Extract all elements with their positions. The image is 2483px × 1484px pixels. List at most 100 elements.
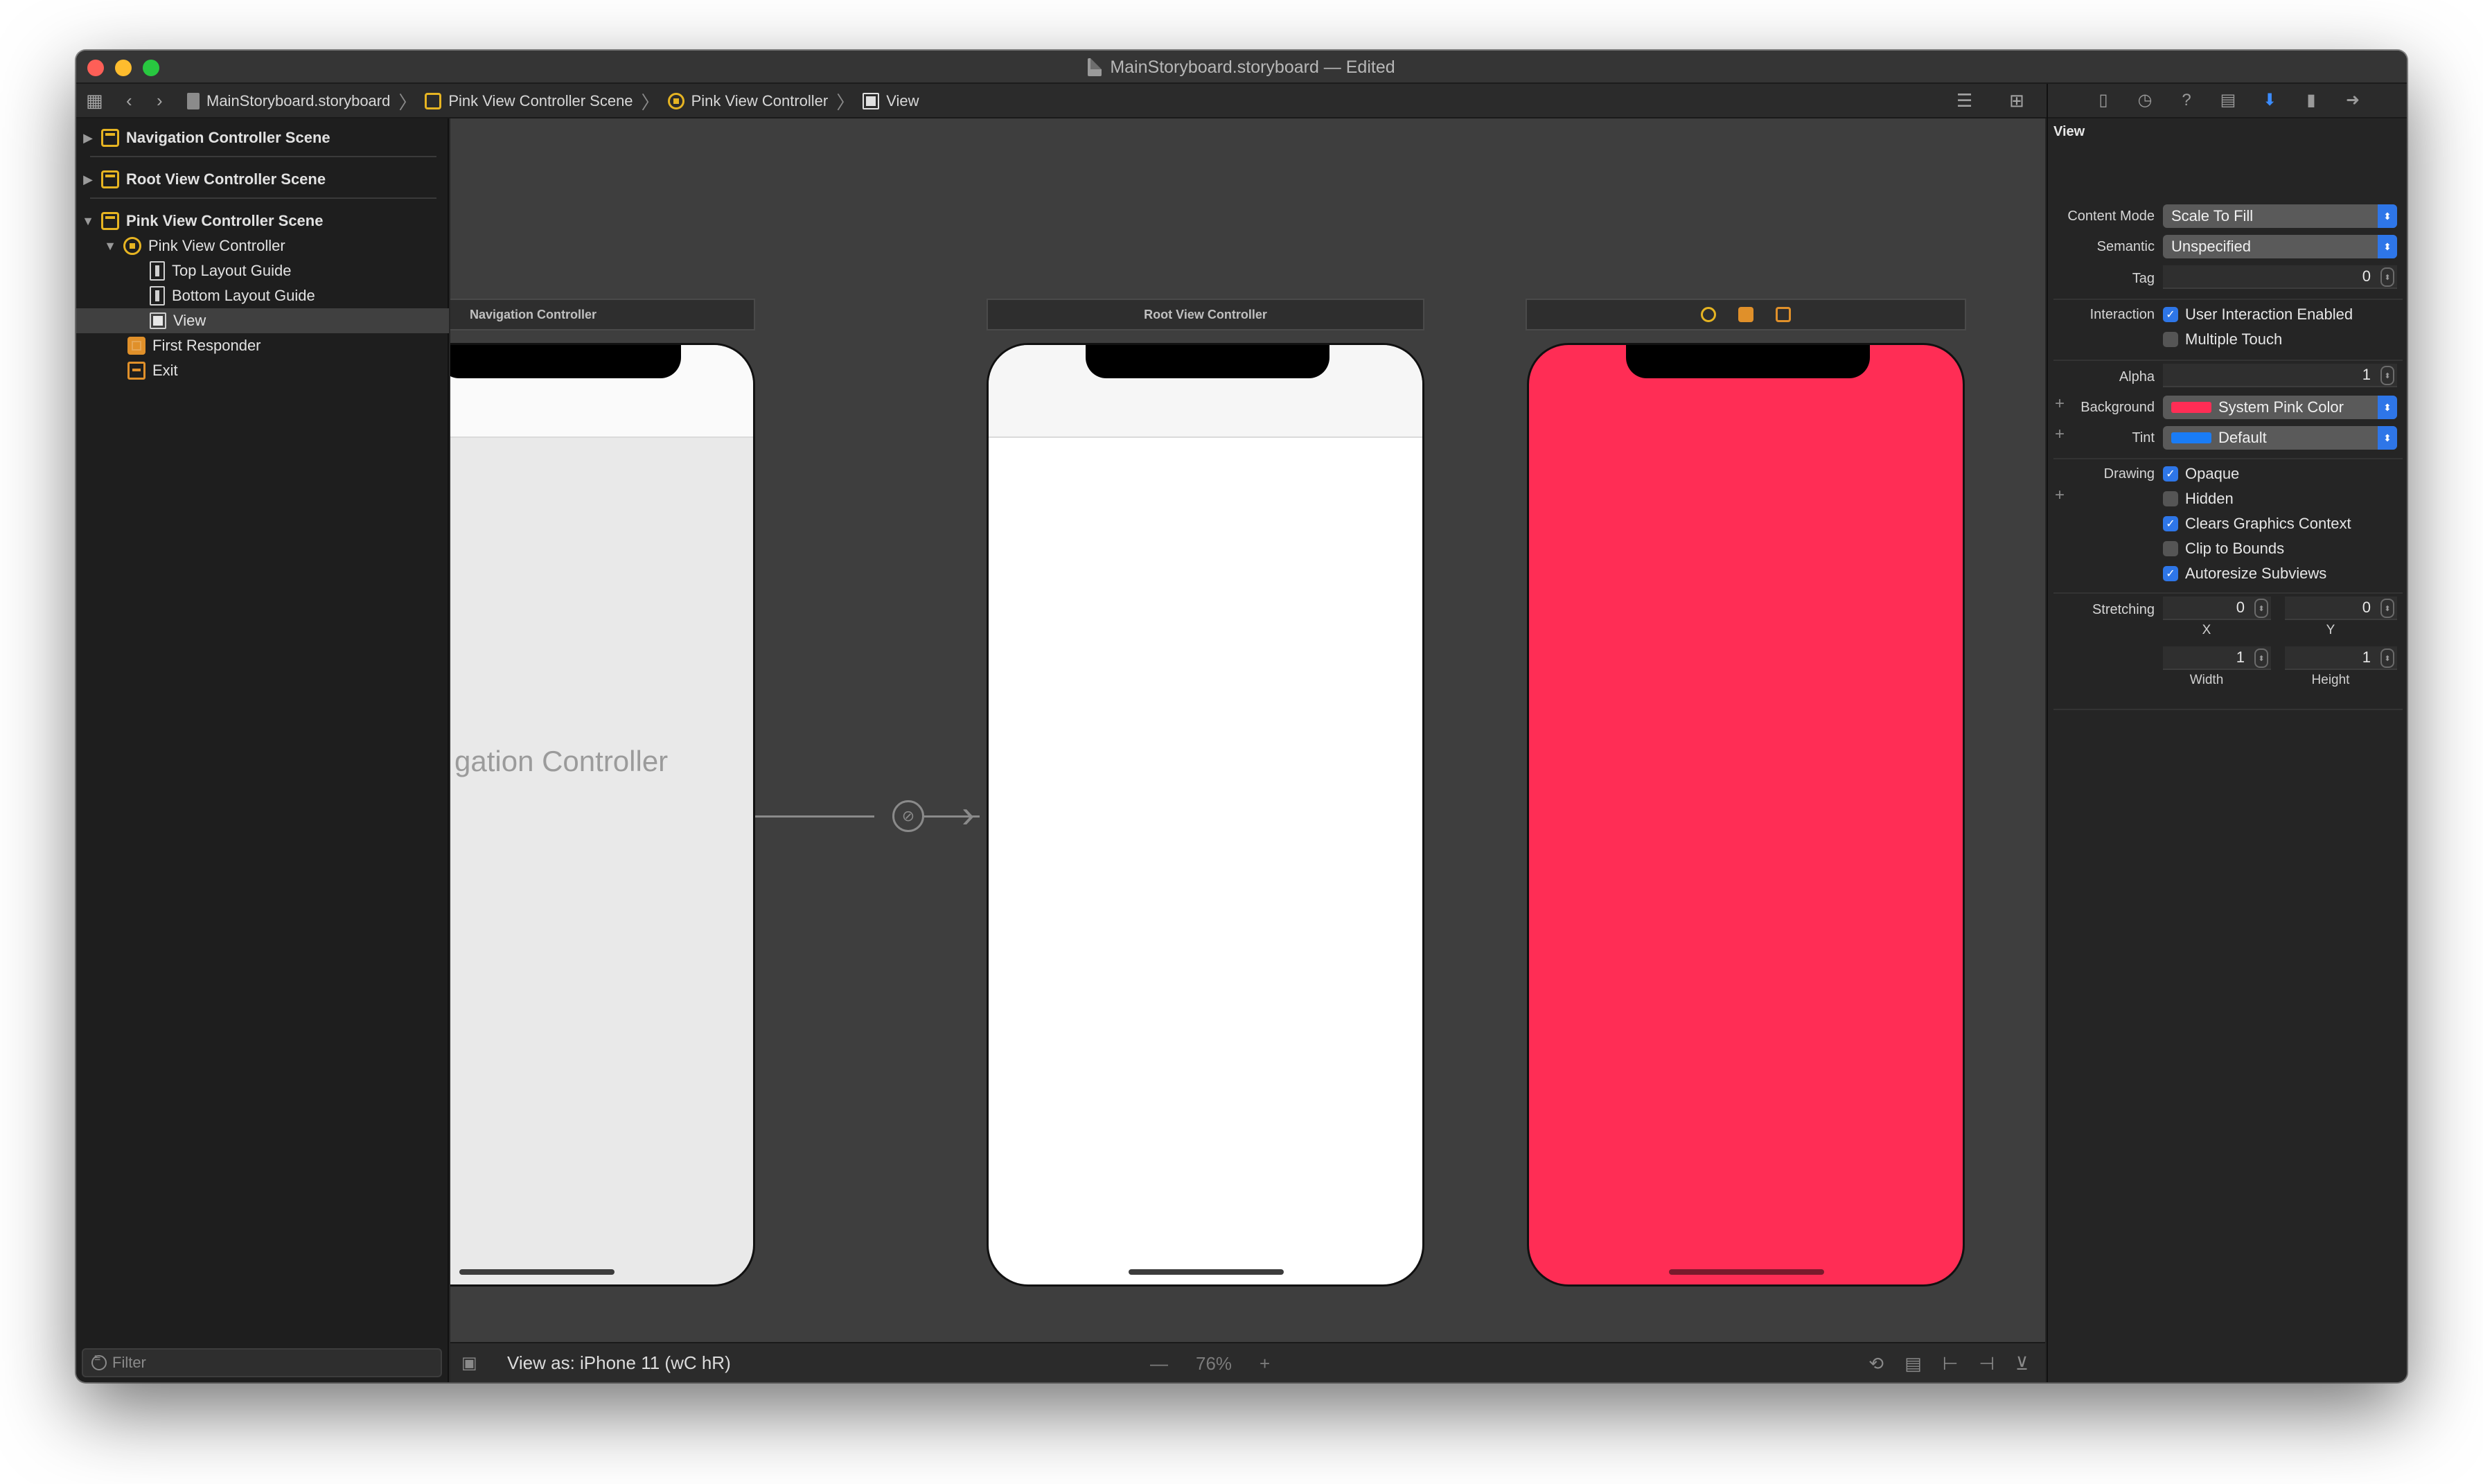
stepper-icon[interactable]: ⬍ bbox=[2380, 599, 2394, 618]
attributes-inspector: ▯ ◷ ? ▤ ⬇ ▮ ➜ View Content Mode Scale To… bbox=[2047, 84, 2407, 1382]
exit-icon bbox=[127, 362, 145, 380]
breadcrumb-item-view[interactable]: View bbox=[863, 92, 919, 110]
disclosure-expanded-icon[interactable]: ▼ bbox=[80, 214, 96, 229]
file-inspector-icon[interactable]: ▯ bbox=[2094, 91, 2112, 109]
stepper-icon[interactable]: ⬍ bbox=[2380, 648, 2394, 668]
stretch-x-field[interactable]: 0 ⬍ bbox=[2163, 597, 2271, 620]
first-responder-cube-icon[interactable] bbox=[1738, 307, 1753, 322]
view-as-device-button[interactable]: View as: iPhone 11 (wC hR) bbox=[507, 1352, 731, 1374]
clip-to-bounds-checkbox[interactable]: Clip to Bounds bbox=[2163, 540, 2284, 558]
view-controller-icon[interactable] bbox=[1701, 307, 1716, 322]
outline-item-label: Pink View Controller bbox=[148, 237, 285, 254]
checkbox-label: User Interaction Enabled bbox=[2185, 306, 2353, 323]
clears-graphics-context-checkbox[interactable]: ✓ Clears Graphics Context bbox=[2163, 515, 2351, 533]
outline-item-top-layout-guide[interactable]: Top Layout Guide bbox=[76, 258, 449, 283]
outline-scene-root[interactable]: ▶ Root View Controller Scene bbox=[76, 167, 449, 192]
user-interaction-checkbox[interactable]: ✓ User Interaction Enabled bbox=[2163, 306, 2353, 324]
outline-item-view[interactable]: View bbox=[76, 308, 449, 333]
tint-color-popup[interactable]: Default ⬍ bbox=[2163, 426, 2397, 450]
stretch-width-field[interactable]: 1 ⬍ bbox=[2163, 646, 2271, 670]
embed-in-stack-icon[interactable]: ▤ bbox=[1905, 1353, 1922, 1375]
semantic-popup[interactable]: Unspecified ⬍ bbox=[2163, 235, 2397, 258]
checkbox-label: Opaque bbox=[2185, 465, 2240, 482]
add-constraints-icon[interactable]: ⊣ bbox=[1979, 1353, 1995, 1375]
attributes-inspector-icon[interactable]: ⬇ bbox=[2261, 91, 2279, 109]
title-bar: MainStoryboard.storyboard — Edited bbox=[76, 51, 2407, 84]
add-editor-icon[interactable]: ⊞ bbox=[2009, 90, 2024, 112]
content-mode-popup[interactable]: Scale To Fill ⬍ bbox=[2163, 204, 2397, 228]
segue-relationship-icon[interactable]: ⊘ bbox=[892, 800, 924, 832]
align-icon[interactable]: ⊢ bbox=[1943, 1353, 1959, 1375]
scene-icon bbox=[425, 93, 442, 109]
outline-scene-navigation[interactable]: ▶ Navigation Controller Scene bbox=[76, 125, 449, 150]
window-title: MainStoryboard.storyboard — Edited bbox=[1110, 57, 1395, 77]
stretch-height-field[interactable]: 1 ⬍ bbox=[2285, 646, 2397, 670]
breadcrumb-item-file[interactable]: MainStoryboard.storyboard bbox=[187, 92, 390, 110]
inspector-divider bbox=[2053, 360, 2403, 361]
view-icon bbox=[863, 93, 880, 109]
forward-chevron-icon[interactable]: › bbox=[157, 90, 163, 112]
tag-field[interactable]: 0 ⬍ bbox=[2163, 265, 2397, 289]
outline-divider bbox=[90, 197, 436, 199]
storyboard-canvas[interactable]: Navigation Controller gation Controller … bbox=[450, 118, 2045, 1342]
stepper-icon[interactable]: ⬍ bbox=[2380, 366, 2394, 385]
stretch-width-label: Width bbox=[2189, 673, 2224, 687]
disclosure-collapsed-icon[interactable]: ▶ bbox=[80, 131, 96, 145]
outline-item-bottom-layout-guide[interactable]: Bottom Layout Guide bbox=[76, 283, 449, 308]
stretch-y-field[interactable]: 0 ⬍ bbox=[2285, 597, 2397, 620]
outline-scene-pink[interactable]: ▼ Pink View Controller Scene bbox=[76, 209, 449, 233]
exit-icon[interactable] bbox=[1776, 307, 1791, 322]
stepper-icon[interactable]: ⬍ bbox=[2254, 599, 2268, 618]
editor-options-icon[interactable]: ☰ bbox=[1956, 90, 1972, 112]
scene-dock-root-view-controller[interactable]: Root View Controller bbox=[987, 299, 1424, 330]
hidden-checkbox[interactable]: Hidden bbox=[2163, 490, 2234, 508]
zoom-level[interactable]: 76% bbox=[1196, 1353, 1232, 1375]
segue-line bbox=[755, 815, 874, 818]
autoresize-subviews-checkbox[interactable]: ✓ Autoresize Subviews bbox=[2163, 565, 2326, 583]
zoom-out-button[interactable]: — bbox=[1150, 1353, 1168, 1375]
toggle-outline-icon[interactable]: ▣ bbox=[461, 1353, 477, 1373]
background-color-popup[interactable]: System Pink Color ⬍ bbox=[2163, 396, 2397, 419]
multiple-touch-checkbox[interactable]: Multiple Touch bbox=[2163, 330, 2282, 348]
checkbox-checked-icon: ✓ bbox=[2163, 307, 2178, 322]
history-inspector-icon[interactable]: ◷ bbox=[2136, 91, 2154, 109]
breadcrumb-item-controller[interactable]: Pink View Controller bbox=[667, 92, 829, 110]
scene-dock-navigation-controller[interactable]: Navigation Controller bbox=[450, 299, 755, 330]
outline-item-first-responder[interactable]: First Responder bbox=[76, 333, 449, 358]
quick-help-icon[interactable]: ? bbox=[2177, 91, 2195, 109]
back-chevron-icon[interactable]: ‹ bbox=[126, 90, 132, 112]
home-indicator bbox=[459, 1269, 615, 1275]
related-items-grid-icon[interactable]: ▦ bbox=[86, 90, 103, 112]
stretch-x-label: X bbox=[2202, 623, 2211, 637]
outline-item-exit[interactable]: Exit bbox=[76, 358, 449, 383]
opaque-checkbox[interactable]: ✓ Opaque bbox=[2163, 465, 2239, 483]
phone-pink-view-controller[interactable] bbox=[1527, 343, 1965, 1287]
size-inspector-icon[interactable]: ▮ bbox=[2302, 91, 2320, 109]
stepper-icon[interactable]: ⬍ bbox=[2254, 648, 2268, 668]
stepper-icon[interactable]: ⬍ bbox=[2380, 267, 2394, 287]
identity-inspector-icon[interactable]: ▤ bbox=[2219, 91, 2237, 109]
breadcrumb-item-scene[interactable]: Pink View Controller Scene bbox=[425, 92, 633, 110]
outline-filter-field[interactable]: Filter bbox=[82, 1348, 442, 1377]
tint-value: Default bbox=[2218, 429, 2267, 446]
breadcrumb-label: Pink View Controller bbox=[691, 92, 829, 109]
update-frames-icon[interactable]: ⟲ bbox=[1868, 1353, 1884, 1375]
checkbox-unchecked-icon bbox=[2163, 491, 2178, 506]
phone-navigation-controller[interactable] bbox=[450, 343, 755, 1287]
pink-color-swatch bbox=[2171, 402, 2211, 413]
zoom-in-button[interactable]: + bbox=[1260, 1353, 1270, 1375]
scene-title: Root View Controller bbox=[1144, 307, 1267, 321]
add-variation-icon[interactable]: + bbox=[2055, 486, 2065, 505]
view-icon bbox=[150, 312, 166, 329]
outline-item-label: First Responder bbox=[152, 337, 261, 354]
outline-item-pink-view-controller[interactable]: ▼ Pink View Controller bbox=[76, 233, 449, 258]
phone-root-view-controller[interactable] bbox=[987, 343, 1424, 1287]
disclosure-collapsed-icon[interactable]: ▶ bbox=[80, 173, 96, 187]
breadcrumb-separator-icon: 〉 bbox=[836, 91, 855, 113]
alpha-field[interactable]: 1 ⬍ bbox=[2163, 364, 2397, 387]
connections-inspector-icon[interactable]: ➜ bbox=[2344, 91, 2362, 109]
resolve-issues-icon[interactable]: ⊻ bbox=[2015, 1353, 2029, 1375]
scene-dock-pink-view-controller[interactable] bbox=[1526, 299, 1966, 330]
outline-item-label: Bottom Layout Guide bbox=[172, 287, 315, 304]
disclosure-expanded-icon[interactable]: ▼ bbox=[103, 239, 118, 254]
